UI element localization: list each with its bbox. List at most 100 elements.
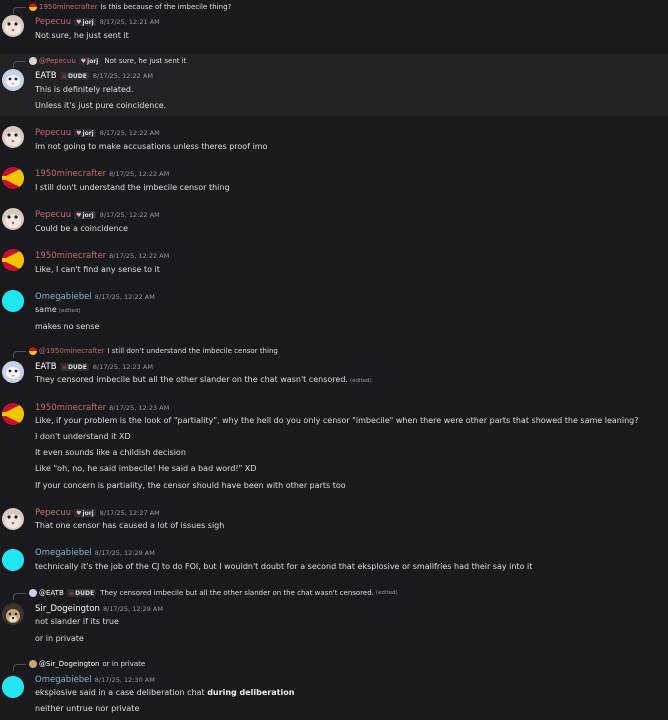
timestamp[interactable]: 8/17/25, 12:23 AM	[109, 404, 169, 412]
avatar[interactable]	[2, 249, 24, 271]
reply-text: Not sure, he just sent it	[104, 57, 187, 65]
username[interactable]: Pepecuu	[35, 508, 71, 518]
username[interactable]: 1950minecrafter	[35, 403, 106, 413]
timestamp[interactable]: 8/17/25, 12:22 AM	[109, 170, 169, 178]
message: 1950minecrafter Is this because of the i…	[0, 0, 668, 46]
skull-icon: ☠	[68, 589, 75, 597]
timestamp[interactable]: 8/17/25, 12:29 AM	[103, 605, 163, 613]
reply-author[interactable]: @1950minecrafter	[39, 347, 105, 355]
reply-reference[interactable]: @EATB ☠ DUDE They censored imbecile but a…	[13, 588, 398, 600]
message-header: 1950minecrafter 8/17/25, 12:23 AM	[35, 403, 169, 413]
message-header: Omegabiebel 8/17/25, 12:22 AM	[35, 292, 155, 302]
timestamp[interactable]: 8/17/25, 12:22 AM	[109, 252, 169, 260]
dog-icon	[2, 603, 24, 625]
skull-icon: ☠	[61, 363, 67, 371]
reply-spine	[13, 6, 26, 14]
avatar[interactable]	[2, 167, 24, 189]
message: 1950minecrafter 8/17/25, 12:22 AM Like, …	[0, 245, 668, 281]
message: @Sir_Dogeington or in private Omegabiebe…	[0, 656, 668, 718]
opossum-icon	[2, 15, 24, 37]
timestamp[interactable]: 8/17/25, 12:30 AM	[95, 676, 155, 684]
reply-author[interactable]: @Pepecuu	[39, 57, 76, 65]
heart-icon: ♥	[80, 57, 87, 65]
reply-author[interactable]: 1950minecrafter	[39, 3, 98, 11]
username[interactable]: 1950minecrafter	[35, 169, 106, 179]
username[interactable]: EATB	[35, 71, 57, 81]
username[interactable]: Pepecuu	[35, 210, 71, 220]
message-text: Like, if your problem is the look of "pa…	[35, 416, 639, 425]
message-text: That one censor has caused a lot of issu…	[35, 521, 225, 530]
username[interactable]: EATB	[35, 362, 57, 372]
edited-label: (edited)	[375, 590, 398, 596]
message-text: eksplosive said in a case deliberation c…	[35, 688, 295, 697]
username[interactable]: Omegabiebel	[35, 292, 92, 302]
avatar[interactable]	[2, 361, 24, 383]
timestamp[interactable]: 8/17/25, 12:22 AM	[93, 72, 153, 80]
username[interactable]: Omegabiebel	[35, 548, 92, 558]
avatar[interactable]	[2, 508, 24, 530]
avatar[interactable]	[2, 15, 24, 37]
avatar[interactable]	[2, 549, 24, 571]
message-text: Unless it's just pure coincidence.	[35, 101, 167, 110]
message-header: EATB ☠ DUDE 8/17/25, 12:23 AM	[35, 362, 153, 372]
flag-icon	[2, 403, 24, 425]
avatar[interactable]	[2, 603, 24, 625]
user-tag[interactable]: ♥ jorj	[74, 129, 96, 137]
message: Pepecuu ♥ jorj 8/17/25, 12:27 AM That one…	[0, 504, 668, 540]
timestamp[interactable]: 8/17/25, 12:22 AM	[100, 129, 160, 137]
user-tag: ♥ jorj	[78, 57, 101, 65]
reply-author[interactable]: @EATB	[39, 589, 64, 597]
username[interactable]: Pepecuu	[35, 128, 71, 138]
reply-reference[interactable]: @Pepecuu ♥ jorj Not sure, he just sent it	[13, 56, 187, 68]
avatar[interactable]	[2, 208, 24, 230]
reply-reference[interactable]: @Sir_Dogeington or in private	[13, 659, 145, 671]
avatar[interactable]	[2, 69, 24, 91]
edited-label: (edited)	[349, 378, 372, 384]
heart-icon: ♥	[76, 509, 82, 517]
user-tag[interactable]: ☠ DUDE	[59, 363, 89, 371]
avatar[interactable]	[2, 676, 24, 698]
reply-reference[interactable]: 1950minecrafter Is this because of the i…	[13, 2, 231, 14]
user-tag[interactable]: ♥ jorj	[74, 18, 96, 26]
message: Omegabiebel 8/17/25, 12:29 AM technicall…	[0, 545, 668, 581]
avatar[interactable]	[2, 126, 24, 148]
timestamp[interactable]: 8/17/25, 12:27 AM	[100, 509, 160, 517]
username[interactable]: Sir_Dogeington	[35, 604, 100, 614]
message-text: Could be a coincidence	[35, 224, 128, 233]
message-header: 1950minecrafter 8/17/25, 12:22 AM	[35, 169, 169, 179]
username[interactable]: Omegabiebel	[35, 675, 92, 685]
reply-author[interactable]: @Sir_Dogeington	[39, 660, 99, 668]
avatar[interactable]	[2, 290, 24, 312]
user-tag[interactable]: ☠ DUDE	[59, 72, 89, 80]
flag-icon	[29, 347, 37, 355]
bird-icon	[2, 361, 24, 383]
message-text: Not sure, he just sent it	[35, 31, 129, 40]
avatar[interactable]	[2, 403, 24, 425]
timestamp[interactable]: 8/17/25, 12:22 AM	[100, 211, 160, 219]
timestamp[interactable]: 8/17/25, 12:21 AM	[100, 18, 160, 26]
message-header: Omegabiebel 8/17/25, 12:29 AM	[35, 548, 155, 558]
reply-text: I still don't understand the imbecile ce…	[107, 347, 278, 355]
timestamp[interactable]: 8/17/25, 12:29 AM	[95, 549, 155, 557]
message: 1950minecrafter 8/17/25, 12:22 AM I stil…	[0, 163, 668, 199]
user-tag: ☠ DUDE	[66, 589, 97, 597]
reply-reference[interactable]: @1950minecrafter I still don't understan…	[13, 346, 278, 358]
heart-icon: ♥	[76, 129, 82, 137]
message-text: Like, I can't find any sense to it	[35, 265, 160, 274]
message-text: They censored imbecile but all the other…	[35, 375, 372, 384]
heart-icon: ♥	[76, 211, 82, 219]
reply-spine	[13, 60, 26, 68]
reply-spine	[13, 663, 26, 671]
user-tag[interactable]: ♥ jorj	[74, 211, 96, 219]
message-text: It even sounds like a childish decision	[35, 448, 186, 457]
dog-icon	[29, 660, 37, 668]
heart-icon: ♥	[76, 18, 82, 26]
timestamp[interactable]: 8/17/25, 12:23 AM	[93, 363, 153, 371]
timestamp[interactable]: 8/17/25, 12:22 AM	[95, 293, 155, 301]
message-text: technically it's the job of the CJ to do…	[35, 562, 533, 571]
username[interactable]: Pepecuu	[35, 17, 71, 27]
username[interactable]: 1950minecrafter	[35, 251, 106, 261]
user-tag[interactable]: ♥ jorj	[74, 509, 96, 517]
flag-icon	[2, 167, 24, 189]
message-header: Pepecuu ♥ jorj 8/17/25, 12:22 AM	[35, 128, 160, 138]
